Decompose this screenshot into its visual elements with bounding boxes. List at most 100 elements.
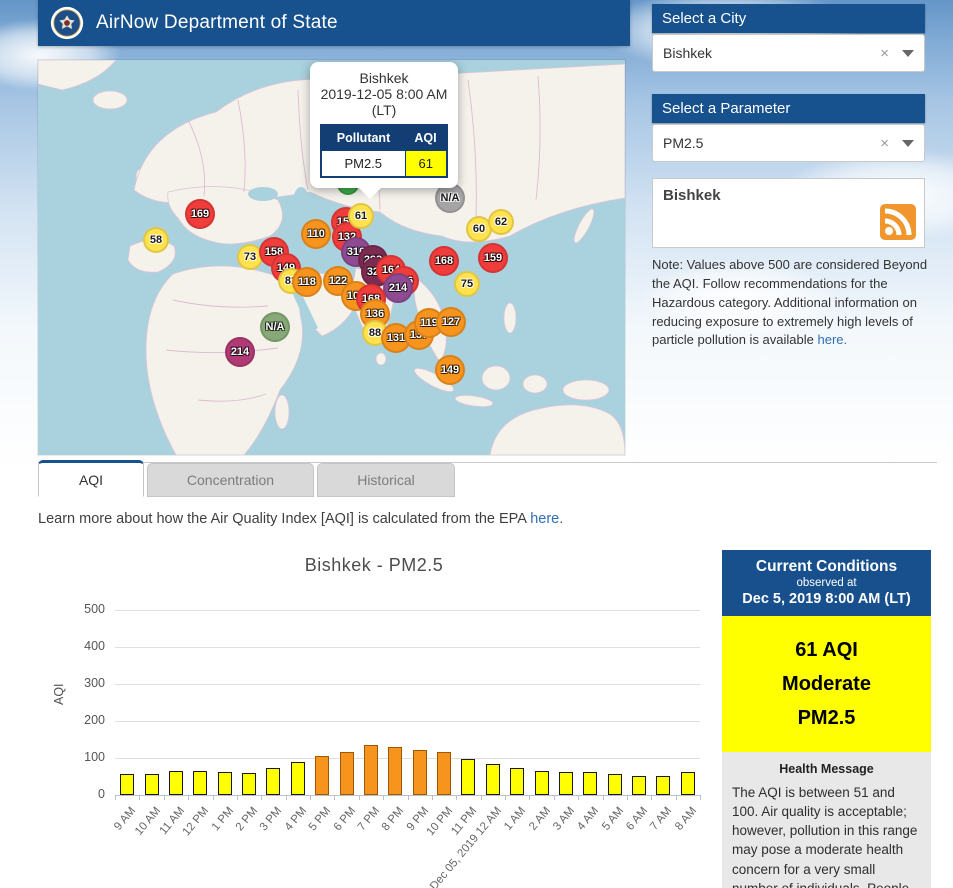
x-tick-mark [505,795,506,800]
tooltip-table: Pollutant AQI PM2.5 61 [320,124,448,178]
tab-concentration[interactable]: Concentration [147,463,314,497]
city-select-value: Bishkek [663,45,713,61]
health-message-title: Health Message [779,762,874,776]
aqi-map-marker-75[interactable]: 75 [454,271,480,297]
tooltip-aqi-header: AQI [405,125,447,151]
x-tick-mark [358,795,360,800]
health-message-text: The AQI is between 51 and 100. Air quali… [732,785,918,888]
bar-6-am[interactable] [632,776,647,795]
world-map[interactable]: 1695873158149811181101521323162883281641… [38,60,625,455]
parameter-select[interactable]: PM2.5 × [652,124,925,162]
gridline-500 [115,610,700,611]
aqi-parameter: PM2.5 [797,707,856,729]
bar-4-pm[interactable] [290,762,305,795]
aqi-map-marker-62[interactable]: 62 [488,209,514,235]
x-tick-mark [675,795,677,800]
x-tick-mark [700,795,701,800]
aqi-map-marker-110[interactable]: 110 [301,219,331,249]
parameter-select-header: Select a Parameter [652,94,925,123]
aqi-map-marker-214[interactable]: 214 [225,337,255,367]
learn-more-here-link[interactable]: here. [530,511,563,527]
note-here-link[interactable]: here. [818,332,848,347]
gridline-300 [115,684,700,685]
y-tick-label-100: 100 [84,750,105,764]
rss-icon[interactable] [880,204,916,240]
x-tick-mark [115,795,116,800]
chart-title: Bishkek - PM2.5 [304,555,444,575]
aqi-map-marker-127[interactable]: 127 [436,307,466,337]
bar-10-pm[interactable] [437,752,452,795]
aqi-map-marker-58[interactable]: 58 [143,227,169,253]
airnow-page: AirNow Department of State 169 58 73 158… [0,0,953,888]
city-select[interactable]: Bishkek × [652,34,925,72]
city-clear-icon[interactable]: × [871,45,898,62]
observed-datetime: Dec 5, 2019 8:00 AM (LT) [742,591,911,607]
bar-1-am[interactable] [510,767,525,795]
bar-7-pm[interactable] [363,745,378,795]
bar-12-pm[interactable] [193,770,208,795]
bar-9-pm[interactable] [412,749,427,795]
bar-11-pm[interactable] [461,759,476,795]
parameter-select-value: PM2.5 [663,135,704,151]
bar-2-am[interactable] [534,770,549,795]
x-tick-mark [310,795,311,800]
y-tick-label-200: 200 [84,713,105,727]
aqi-map-marker-214[interactable]: 214 [383,273,413,303]
aqi-map-marker-na[interactable]: N/A [260,312,290,342]
x-tick-mark [529,795,531,800]
bar-8-am[interactable] [680,772,695,795]
x-tick-mark [553,795,555,800]
current-conditions-panel: Current Conditions observed at Dec 5, 20… [722,550,931,888]
bar-2-pm[interactable] [242,773,257,795]
x-tick-mark [602,795,604,800]
bar-8-pm[interactable] [388,746,403,795]
x-tick-mark [236,795,238,800]
parameter-chevron-down-icon[interactable] [902,139,914,147]
city-chevron-down-icon[interactable] [902,49,914,57]
bar-6-pm[interactable] [339,752,354,795]
health-message-box: Health Message The AQI is between 51 and… [722,752,931,888]
bar-dec-05-2019-12-am[interactable] [485,764,500,795]
aqi-summary-box: 61 AQI Moderate PM2.5 [722,616,931,752]
bar-1-pm[interactable] [217,772,232,795]
app-title: AirNow Department of State [96,12,338,33]
city-select-panel: Select a City Bishkek × [652,4,925,72]
gridline-200 [115,721,700,722]
bar-3-am[interactable] [558,772,573,795]
tooltip-city: Bishkek [359,70,409,86]
tab-bar: AQI Concentration Historical [38,460,455,497]
bar-5-pm[interactable] [315,756,330,795]
aqi-map-marker-168[interactable]: 168 [429,246,459,276]
x-tick-mark [626,795,628,800]
current-conditions-title: Current Conditions [755,558,898,575]
tooltip-pollutant-value: PM2.5 [320,150,406,178]
y-tick-label-0: 0 [98,787,105,801]
aqi-map-marker-159[interactable]: 159 [478,243,508,273]
aqi-map-marker-149[interactable]: 149 [435,355,465,385]
learn-more-label: Learn more about how the Air Quality Ind… [38,511,527,527]
tab-historical[interactable]: Historical [317,463,455,497]
y-axis-label: AQI [52,683,66,705]
bar-3-pm[interactable] [266,767,281,795]
rss-city-label: Bishkek [663,187,721,204]
bar-11-am[interactable] [168,770,183,795]
aqi-value: 61 AQI [795,639,858,661]
bar-9-am[interactable] [120,773,135,795]
gridline-400 [115,647,700,648]
x-tick-mark [383,795,385,800]
aqi-map-marker-61[interactable]: 61 [348,203,374,229]
y-tick-label-500: 500 [84,602,105,616]
x-tick-mark [285,795,287,800]
bar-7-am[interactable] [656,776,671,795]
app-header: AirNow Department of State [38,0,630,46]
aqi-map-marker-169[interactable]: 169 [185,199,215,229]
parameter-clear-icon[interactable]: × [871,135,898,152]
bar-10-am[interactable] [144,773,159,795]
bar-5-am[interactable] [607,773,622,795]
city-select-header: Select a City [652,4,925,33]
aqi-map-marker-118[interactable]: 118 [292,267,322,297]
bar-4-am[interactable] [583,772,598,795]
x-tick-mark [407,795,409,800]
note-text: Note: Values above 500 are considered Be… [652,257,928,348]
tab-aqi[interactable]: AQI [38,460,144,497]
